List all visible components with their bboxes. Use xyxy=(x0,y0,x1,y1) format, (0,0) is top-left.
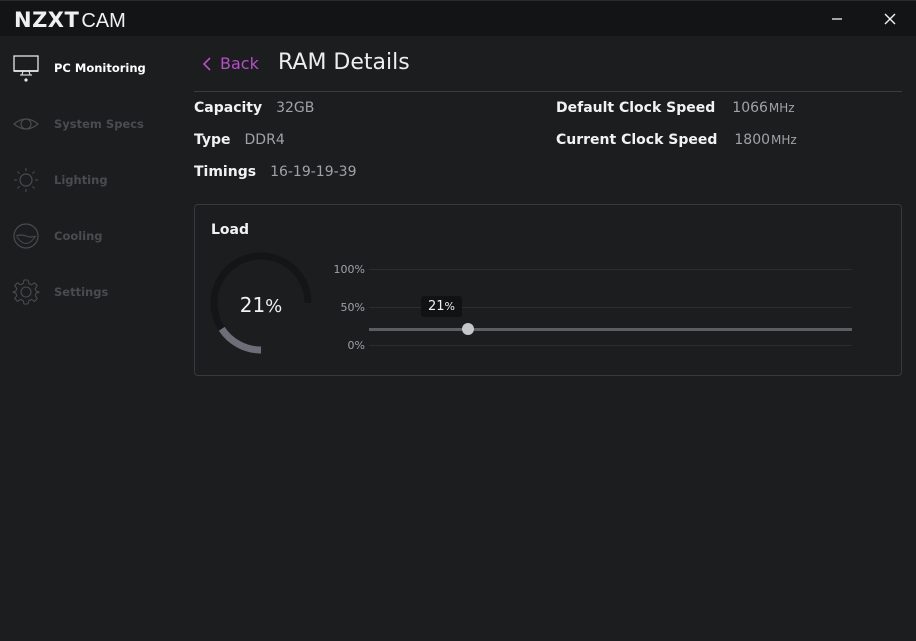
y-tick-label: 0% xyxy=(347,339,365,352)
sidebar-item-settings[interactable]: Settings xyxy=(0,272,180,312)
load-card: Load 21% 100% 50% 0% 21% xyxy=(194,204,902,376)
logo-brand: NZXT xyxy=(14,8,80,32)
spec-value: 16-19-19-39 xyxy=(270,164,357,180)
load-tooltip: 21% xyxy=(421,296,462,318)
chevron-left-icon xyxy=(202,56,211,71)
spec-current-clock: Current Clock Speed 1800 MHz xyxy=(556,132,797,148)
gauge-value-number: 21 xyxy=(239,293,266,317)
spec-label: Default Clock Speed xyxy=(556,100,716,116)
spec-capacity: Capacity 32GB xyxy=(194,100,314,116)
monitor-icon xyxy=(13,55,39,82)
spec-type: Type DDR4 xyxy=(194,132,285,148)
gauge-value-unit: % xyxy=(265,296,283,317)
sidebar-item-system-specs[interactable]: System Specs xyxy=(0,104,180,144)
gauge-value: 21% xyxy=(209,293,313,317)
minimize-button[interactable] xyxy=(822,7,852,31)
minimize-icon xyxy=(832,18,842,20)
sidebar-item-label: Settings xyxy=(54,285,109,299)
gear-icon xyxy=(12,279,40,305)
sidebar-item-label: System Specs xyxy=(54,117,144,131)
spec-label: Capacity xyxy=(194,100,263,116)
load-series-line xyxy=(369,328,852,332)
logo-product: CAM xyxy=(81,10,126,32)
back-label: Back xyxy=(220,54,259,73)
tooltip-unit: % xyxy=(444,300,455,314)
spec-value: 32GB xyxy=(276,100,315,116)
spec-label: Type xyxy=(194,132,231,148)
sidebar: PC Monitoring System Specs Lighting Cool… xyxy=(0,36,180,641)
eye-icon xyxy=(13,118,39,130)
gridline-100 xyxy=(369,269,852,270)
spec-default-clock: Default Clock Speed 1066 MHz xyxy=(556,100,795,116)
spec-value: 1800 xyxy=(734,132,771,148)
sidebar-item-label: Cooling xyxy=(54,229,103,243)
sidebar-item-pc-monitoring[interactable]: PC Monitoring xyxy=(0,48,180,88)
y-tick-label: 100% xyxy=(333,263,365,276)
load-data-point[interactable] xyxy=(462,323,474,336)
spec-value: 1066 xyxy=(732,100,768,116)
close-button[interactable] xyxy=(875,7,905,31)
sidebar-item-lighting[interactable]: Lighting xyxy=(0,160,180,200)
close-icon xyxy=(884,13,896,25)
title-bar: NZXT CAM xyxy=(0,0,916,36)
sidebar-item-label: PC Monitoring xyxy=(54,61,146,75)
cooling-icon xyxy=(13,223,39,249)
spec-label: Current Clock Speed xyxy=(556,132,718,148)
spec-label: Timings xyxy=(194,164,257,180)
load-title: Load xyxy=(211,222,250,238)
y-tick-label: 50% xyxy=(340,301,365,314)
sidebar-item-cooling[interactable]: Cooling xyxy=(0,216,180,256)
gauge-fill xyxy=(218,326,262,354)
spec-unit: MHz xyxy=(771,133,797,147)
sun-icon xyxy=(14,168,38,192)
back-button[interactable]: Back xyxy=(202,54,259,73)
spec-unit: MHz xyxy=(768,101,795,115)
app-logo: NZXT CAM xyxy=(14,8,126,33)
gridline-0 xyxy=(369,345,852,346)
spec-value: DDR4 xyxy=(244,132,285,148)
sidebar-item-label: Lighting xyxy=(54,173,108,187)
header-divider xyxy=(194,91,902,92)
page-title: RAM Details xyxy=(278,50,410,75)
spec-timings: Timings 16-19-19-39 xyxy=(194,164,356,180)
tooltip-value: 21 xyxy=(428,299,445,315)
